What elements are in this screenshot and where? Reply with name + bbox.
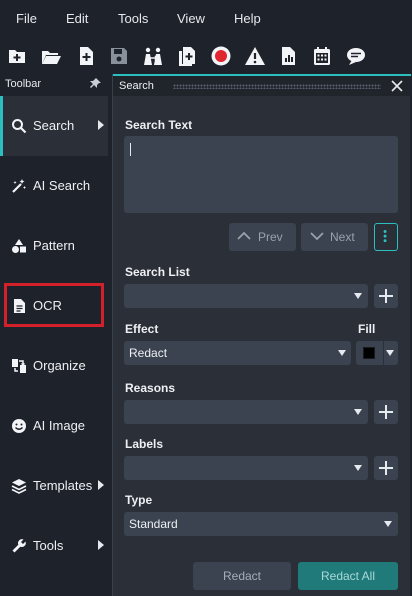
- menu-bar: File Edit Tools View Help: [0, 0, 412, 38]
- chevron-right-icon: [98, 480, 104, 490]
- add-page-icon[interactable]: [75, 45, 97, 67]
- save-icon[interactable]: [108, 45, 130, 67]
- sidebar-item-label: Pattern: [33, 238, 75, 253]
- sidebar-item-label: Search: [33, 118, 75, 133]
- chevron-down-icon: [310, 232, 324, 241]
- smiley-icon: [11, 418, 27, 434]
- redact-button[interactable]: Redact: [193, 562, 291, 590]
- caret-down-icon: [354, 293, 362, 299]
- menu-help[interactable]: Help: [234, 11, 261, 26]
- type-select[interactable]: Standard: [124, 512, 398, 536]
- labels-label: Labels: [125, 437, 164, 451]
- caret-down-icon: [354, 465, 362, 471]
- magic-wand-icon: [11, 178, 27, 194]
- search-panel-header: Search: [113, 74, 411, 96]
- sidebar-item-label: Organize: [33, 358, 86, 373]
- sidebar-item-tools[interactable]: Tools: [0, 516, 108, 576]
- caret-down-icon: [338, 350, 346, 356]
- caret-down-icon: [354, 409, 362, 415]
- left-toolbar-panel: Toolbar Search AI Search Pattern OCR Org…: [0, 74, 108, 596]
- effect-label: Effect: [125, 322, 159, 336]
- search-list-select[interactable]: [124, 284, 368, 308]
- search-icon: [11, 118, 27, 134]
- search-panel: Search Search Text Prev Next Search List…: [112, 74, 411, 596]
- search-text-input[interactable]: [124, 136, 398, 213]
- reasons-label: Reasons: [125, 381, 176, 395]
- warning-icon[interactable]: [244, 45, 266, 67]
- copy-add-icon[interactable]: [176, 45, 198, 67]
- type-label: Type: [125, 493, 153, 507]
- effect-value: Redact: [129, 346, 168, 360]
- effect-select[interactable]: Redact: [124, 341, 351, 365]
- prev-button[interactable]: Prev: [229, 223, 296, 251]
- close-icon[interactable]: [390, 79, 404, 93]
- sidebar-item-pattern[interactable]: Pattern: [0, 216, 108, 276]
- chevron-up-icon: [237, 231, 251, 240]
- reasons-select[interactable]: [124, 400, 368, 424]
- active-indicator: [0, 96, 3, 156]
- icon-toolbar: [0, 38, 412, 74]
- add-label-button[interactable]: [374, 456, 398, 480]
- caret-down-icon: [386, 350, 394, 356]
- toolbar-panel-title: Toolbar: [5, 78, 42, 90]
- sidebar-item-label: Tools: [33, 538, 64, 553]
- sidebar-item-ai-image[interactable]: AI Image: [0, 396, 108, 456]
- plus-icon: [379, 461, 393, 475]
- record-icon[interactable]: [210, 45, 232, 67]
- fill-color-picker[interactable]: [356, 341, 398, 365]
- wrench-icon: [11, 538, 27, 554]
- report-chart-icon[interactable]: [277, 45, 299, 67]
- labels-select[interactable]: [124, 456, 368, 480]
- sidebar-item-label: AI Image: [33, 418, 86, 433]
- sidebar-item-organize[interactable]: Organize: [0, 336, 108, 396]
- plus-icon: [379, 405, 393, 419]
- drag-handle[interactable]: [173, 84, 381, 89]
- plus-icon: [379, 289, 393, 303]
- more-vertical-icon: [383, 230, 387, 243]
- menu-file[interactable]: File: [16, 11, 37, 26]
- sidebar-item-label: Templates: [33, 478, 93, 493]
- fill-color-swatch: [363, 347, 375, 359]
- comment-icon[interactable]: [345, 45, 367, 67]
- organize-pages-icon: [11, 358, 27, 374]
- caret-down-icon: [384, 521, 392, 527]
- open-folder-icon[interactable]: [40, 45, 62, 67]
- search-panel-title: Search: [119, 80, 154, 92]
- type-value: Standard: [129, 517, 178, 531]
- pin-icon[interactable]: [90, 77, 102, 89]
- menu-view[interactable]: View: [177, 11, 205, 26]
- search-text-label: Search Text: [125, 118, 193, 132]
- menu-tools[interactable]: Tools: [118, 11, 148, 26]
- shapes-icon: [11, 238, 27, 254]
- ocr-highlight-box: [4, 283, 104, 327]
- sidebar-item-label: AI Search: [33, 178, 91, 193]
- chevron-right-icon: [98, 540, 104, 550]
- search-list-label: Search List: [125, 265, 190, 279]
- calendar-icon[interactable]: [311, 45, 333, 67]
- fill-label: Fill: [358, 322, 376, 336]
- more-options-button[interactable]: [374, 223, 398, 251]
- toolbar-panel-header: Toolbar: [0, 74, 108, 96]
- add-reason-button[interactable]: [374, 400, 398, 424]
- chevron-right-icon: [98, 120, 104, 130]
- text-caret: [130, 143, 131, 156]
- next-label: Next: [330, 230, 355, 244]
- redact-all-button[interactable]: Redact All: [298, 562, 398, 590]
- sidebar-item-templates[interactable]: Templates: [0, 456, 108, 516]
- fill-separator: [383, 341, 384, 365]
- add-search-list-button[interactable]: [374, 284, 398, 308]
- menu-edit[interactable]: Edit: [66, 11, 88, 26]
- prev-label: Prev: [258, 230, 283, 244]
- compare-icon[interactable]: [142, 45, 164, 67]
- next-button[interactable]: Next: [301, 223, 368, 251]
- layers-icon: [11, 478, 27, 494]
- new-document-icon[interactable]: [6, 45, 28, 67]
- sidebar-item-search[interactable]: Search: [0, 96, 108, 156]
- sidebar-item-ai-search[interactable]: AI Search: [0, 156, 108, 216]
